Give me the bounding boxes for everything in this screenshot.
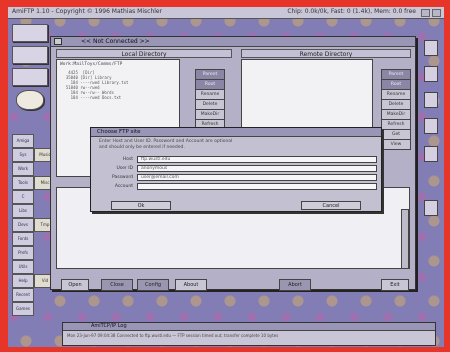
host-label: Host <box>122 157 133 162</box>
password-label: Password <box>111 175 133 180</box>
sidebar-item[interactable]: Amiga <box>12 134 34 148</box>
cloud-disk-icon[interactable] <box>16 90 44 110</box>
window-title: << Not Connected >> <box>81 38 150 45</box>
dialog-message: Enter Host and User ID. Password and Acc… <box>99 139 233 150</box>
dialog-title-bar[interactable]: Choose FTP site <box>91 128 381 137</box>
sidebar-item[interactable]: Fonts <box>12 232 34 246</box>
sidebar-item[interactable]: Prefs <box>12 246 34 260</box>
choose-site-dialog: Choose FTP site Enter Host and User ID. … <box>90 127 382 212</box>
drawer-icon[interactable] <box>12 24 48 42</box>
sidebar-item[interactable]: Tools <box>12 176 34 190</box>
sidebar-item[interactable]: Libs <box>12 204 34 218</box>
log-window-title-bar[interactable]: AmiTCP/IP Log <box>63 323 435 331</box>
account-label: Account <box>114 184 133 189</box>
drawer-icon[interactable] <box>12 68 48 86</box>
password-field[interactable]: user@email.com <box>137 174 377 181</box>
drawer-icon[interactable] <box>424 66 438 82</box>
close-button[interactable]: Close <box>101 279 133 291</box>
user-id-field[interactable]: anonymous <box>137 165 377 172</box>
window-title-bar[interactable]: << Not Connected >> <box>51 37 415 47</box>
sidebar-item[interactable]: Games <box>12 302 34 316</box>
config-button[interactable]: Config <box>137 279 169 291</box>
local-directory-header: Local Directory <box>56 49 232 58</box>
abort-button[interactable]: Abort <box>279 279 311 291</box>
local-listing: 4425 [Dir] 35840 [Dir] Library 184 ----r… <box>65 70 129 100</box>
desktop-icon-strip: Amiga Sys Work Tools C Libs Devs Fonts P… <box>12 22 56 322</box>
log-window: AmiTCP/IP Log Mon 23-Jun-97 09:04:38 Con… <box>62 322 436 346</box>
open-button[interactable]: Open <box>61 279 89 291</box>
log-text: Mon 23-Jun-97 09:04:38 Connected to ftp.… <box>67 333 279 338</box>
sidebar-item[interactable]: Work <box>12 162 34 176</box>
screen-title: AmiFTP 1.10 - Copyright © 1996 Mathias M… <box>12 8 163 15</box>
ok-button[interactable]: Ok <box>111 201 171 210</box>
remote-view-button[interactable]: View <box>381 139 411 150</box>
about-button[interactable]: About <box>175 279 207 291</box>
drawer-icon[interactable] <box>424 146 438 162</box>
sidebar-item[interactable]: Recent <box>12 288 34 302</box>
drawer-icon[interactable] <box>424 40 438 56</box>
sidebar-item[interactable]: C <box>12 190 34 204</box>
close-gadget-icon[interactable] <box>54 38 62 45</box>
screen-status: Chip: 0.0k/0k, Fast: 0 (1.4k), Mem: 0.0 … <box>287 8 416 15</box>
sidebar-item[interactable]: Sys <box>12 148 34 162</box>
remote-directory-header: Remote Directory <box>241 49 411 58</box>
account-field[interactable] <box>137 183 377 190</box>
sidebar-item[interactable]: Help <box>12 274 34 288</box>
host-field[interactable]: ftp.wustl.edu <box>137 156 377 163</box>
log-window-title: AmiTCP/IP Log <box>91 323 127 329</box>
depth-back-icon[interactable] <box>421 9 430 17</box>
drawer-icon[interactable] <box>424 200 438 216</box>
dialog-title: Choose FTP site <box>97 129 141 135</box>
user-id-label: User ID <box>116 166 133 171</box>
drawer-icon[interactable] <box>12 46 48 64</box>
cancel-button[interactable]: Cancel <box>301 201 361 210</box>
exit-button[interactable]: Exit <box>381 279 409 291</box>
scrollbar[interactable] <box>401 209 409 269</box>
screen-title-bar: AmiFTP 1.10 - Copyright © 1996 Mathias M… <box>8 7 444 19</box>
sidebar-item[interactable]: Devs <box>12 218 34 232</box>
drawer-icon[interactable] <box>424 92 438 108</box>
drawer-icon[interactable] <box>424 118 438 134</box>
local-path: Work:MailToys/Comms/FTP <box>60 62 123 67</box>
sidebar-item[interactable]: Utils <box>12 260 34 274</box>
depth-front-icon[interactable] <box>432 9 441 17</box>
